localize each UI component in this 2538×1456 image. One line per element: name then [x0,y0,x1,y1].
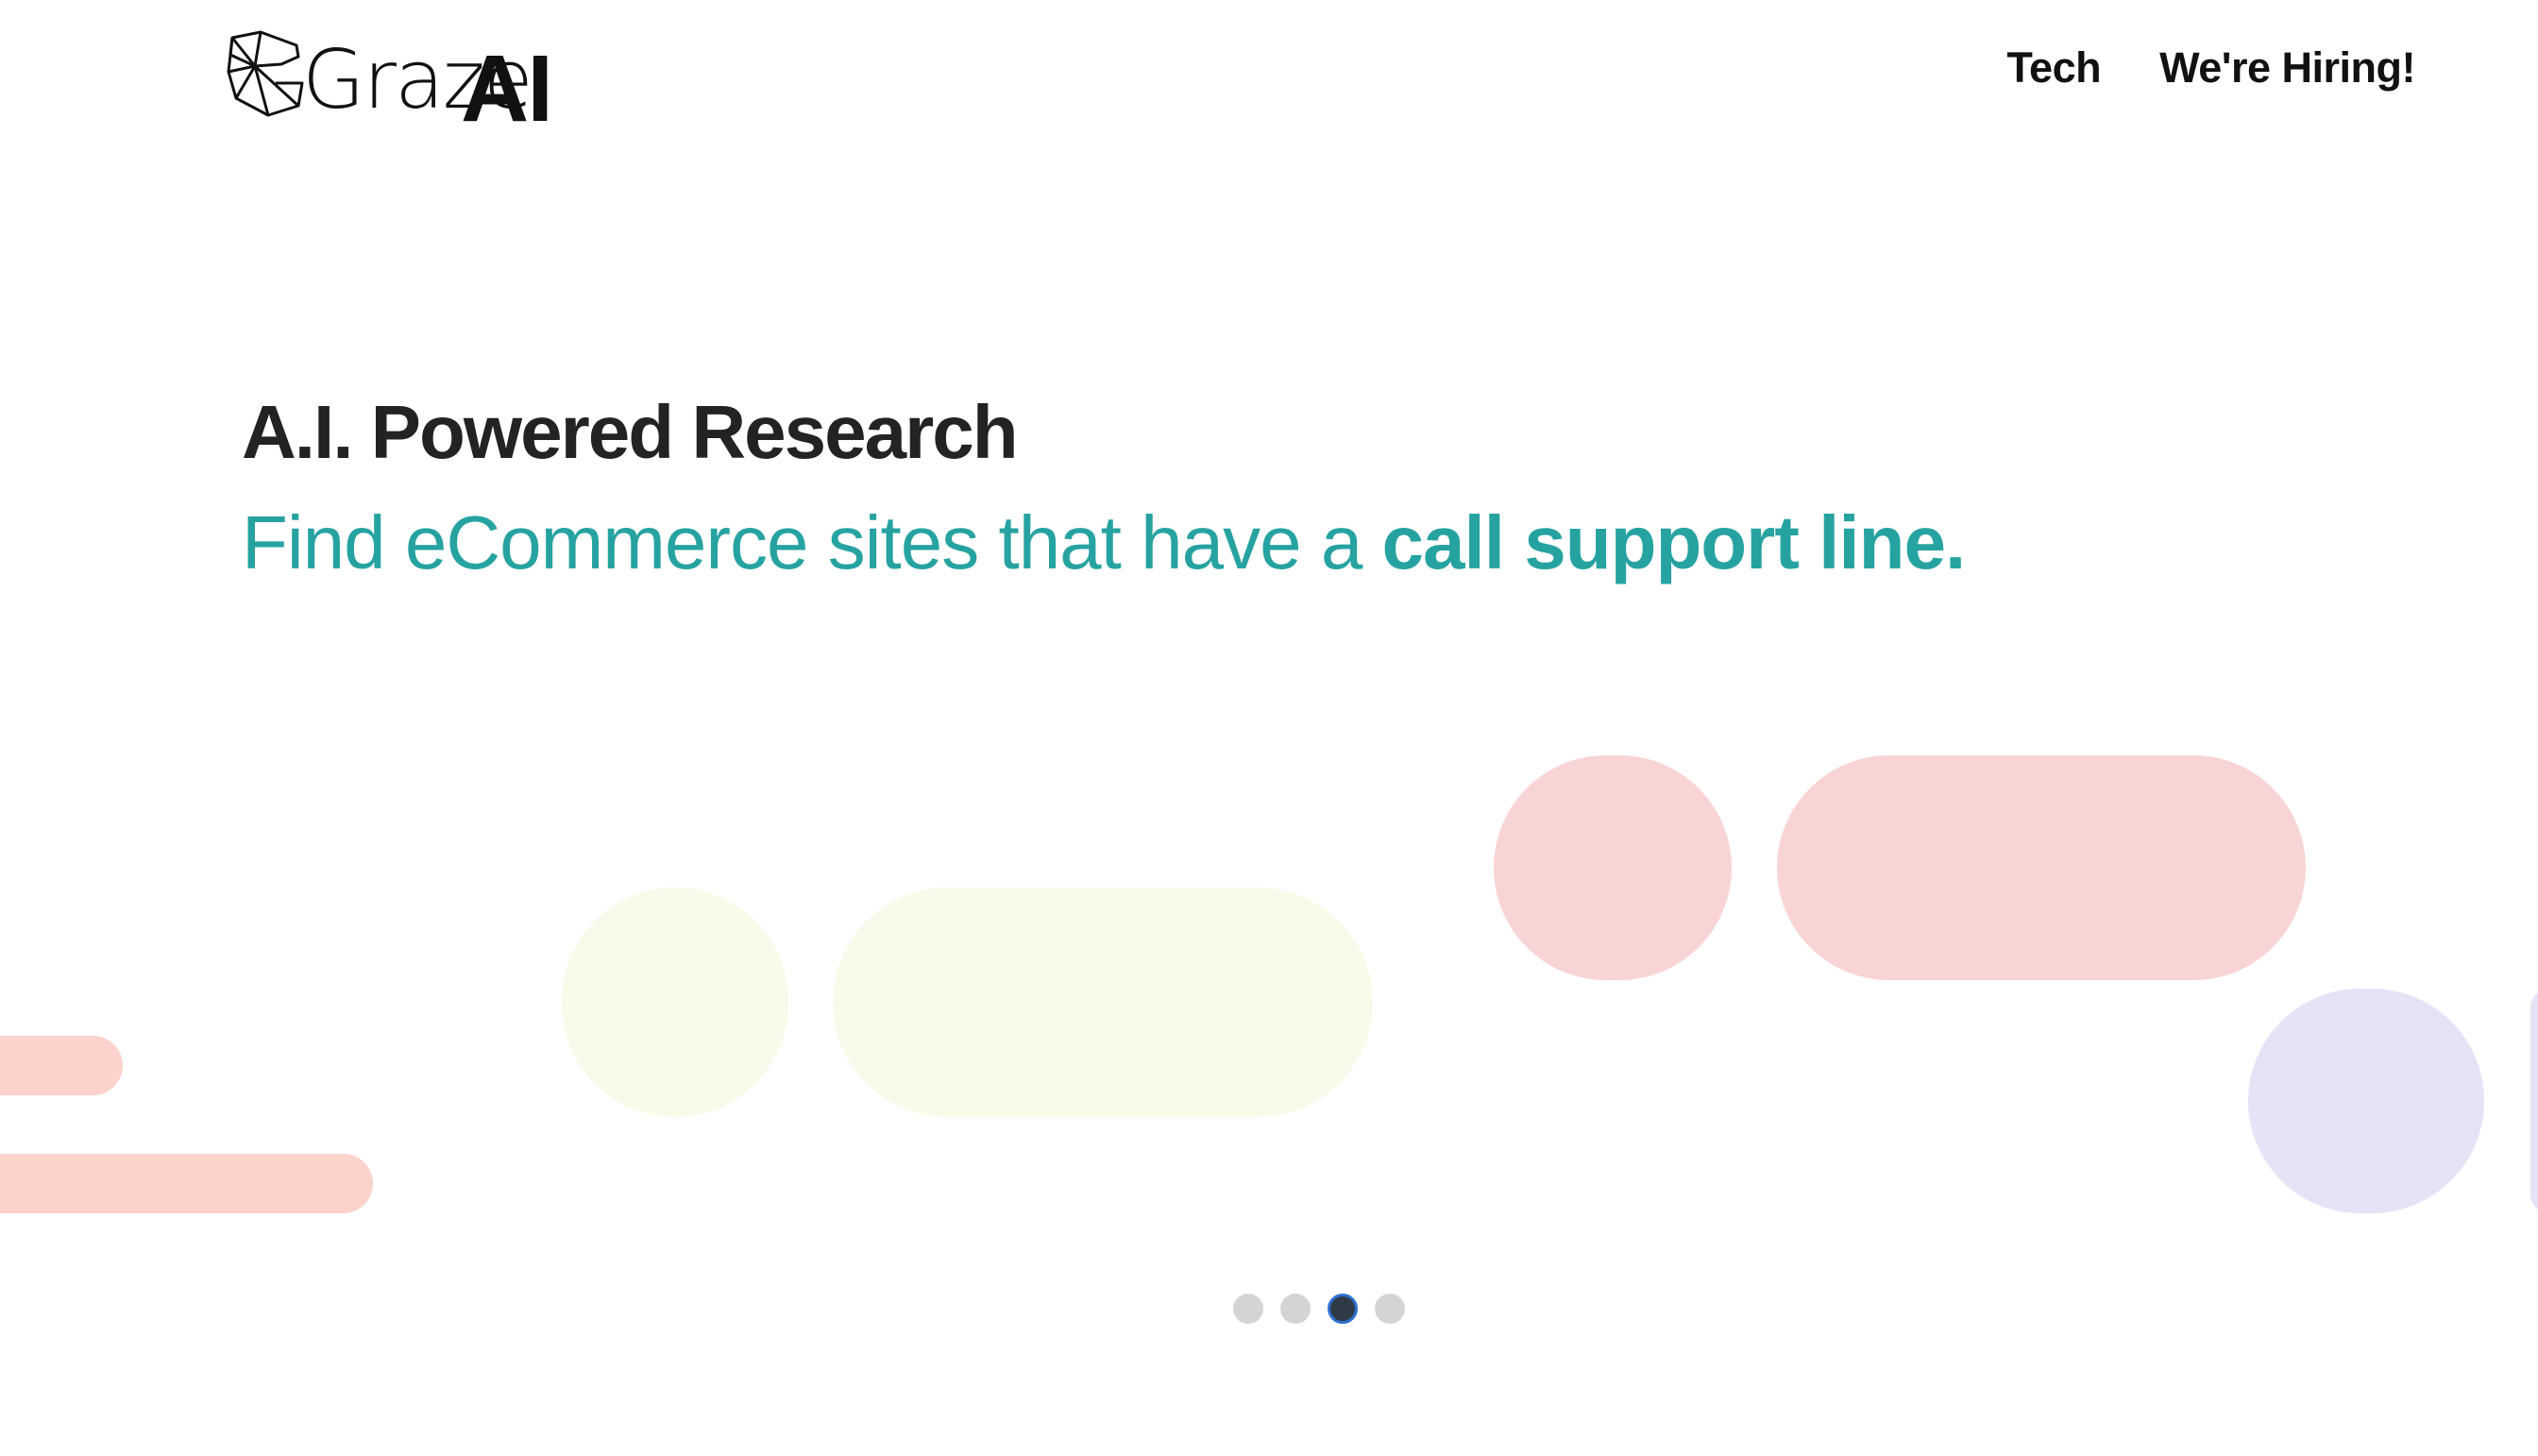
decorative-cream-circle [562,888,788,1117]
carousel-dot-1[interactable] [1233,1294,1263,1324]
hero-title: A.I. Powered Research [242,390,1019,474]
carousel-dots [1233,1294,1405,1324]
decorative-salmon-bar-top [0,1036,123,1095]
hero-subtitle-prefix: Find eCommerce sites that have a [242,500,1382,584]
decorative-salmon-bar-bottom [0,1154,373,1213]
decorative-cream-pill [833,888,1373,1117]
geometric-logo-icon [227,30,304,117]
logo-text-ai: AI [461,36,553,142]
carousel-dot-2[interactable] [1280,1294,1311,1324]
decorative-lavender-edge [2530,989,2538,1213]
nav-link-tech[interactable]: Tech [2006,43,2101,93]
hero-subtitle: Find eCommerce sites that have a call su… [242,496,1967,590]
decorative-lavender-circle [2248,989,2484,1213]
hero-subtitle-highlight: call support line. [1381,500,1967,584]
carousel-dot-4[interactable] [1375,1294,1405,1324]
decorative-pink-pill [1777,755,2306,980]
carousel-dot-3-active[interactable] [1328,1294,1358,1324]
main-nav: Tech We're Hiring! [2006,43,2415,93]
nav-link-hiring[interactable]: We're Hiring! [2159,43,2415,93]
decorative-pink-circle [1494,755,1732,980]
